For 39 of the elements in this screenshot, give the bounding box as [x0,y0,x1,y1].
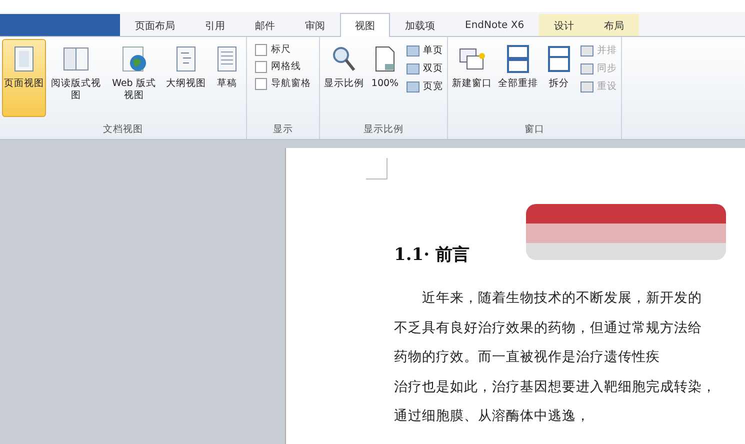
checkbox[interactable]: 导航窗格 [255,77,311,90]
group-label: 显示比例 [362,123,404,137]
large-ribbon-button[interactable]: 阅读版式视图 [48,39,104,117]
group-label: 显示 [272,123,294,137]
ribbon-tab[interactable]: 视图 [340,13,390,37]
section-heading: 1.1· 前言 [394,244,470,266]
ribbon-tab[interactable]: EndNote X6 [450,14,540,36]
ribbon-tab[interactable]: 布局 [589,14,640,36]
file-tab[interactable] [0,14,120,36]
ribbon-tab[interactable]: 邮件 [240,14,290,36]
group-label: 窗口 [524,123,546,137]
large-ribbon-button[interactable]: 大纲视图 [164,39,208,117]
large-ribbon-button[interactable]: 拆分 [542,39,576,117]
page-icon [406,62,420,74]
small-ribbon-button[interactable]: 双页 [404,61,445,76]
page-icon [406,44,420,56]
paragraph: 近年来，随着生物技术的不断发展，新开发的 不乏具有良好治疗效果的药物，但通过常规方法给 药物的疗效。而一直被视作是治疗遗传性疾 治疗也是如此，治疗基因想要进入靶细胞完成转染， 通过细胞膜、从溶酶体中逃逸， [394,289,717,426]
margin-corner-mark [366,158,388,180]
large-ribbon-button[interactable]: 页面视图 [2,39,46,117]
large-ribbon-button[interactable]: 显示比例 [322,39,366,117]
ribbon-tab[interactable]: 加载项 [390,14,450,36]
ribbon-tab[interactable]: 设计 [539,14,590,36]
ribbon-tab[interactable]: 引用 [190,14,240,36]
small-ribbon-button[interactable]: 单页 [404,43,445,58]
page-icon [580,80,594,92]
page-icon [580,44,594,56]
large-ribbon-button[interactable]: 全部重排 [496,39,540,117]
ribbon-tab[interactable]: 审阅 [290,14,340,36]
large-ribbon-button[interactable]: 新建窗口 [450,39,494,117]
large-ribbon-button[interactable]: 草稿 [210,39,244,117]
checkbox[interactable]: 标尺 [255,43,311,56]
small-ribbon-button[interactable]: 页宽 [404,79,445,94]
page-icon [406,80,420,92]
large-ribbon-button[interactable]: Web 版式视图 [106,39,162,117]
large-ribbon-button[interactable]: 100% [368,39,402,117]
checkbox[interactable]: 网格线 [255,60,311,73]
ribbon-tab[interactable]: 页面布局 [120,14,190,36]
group-label: 文档视图 [102,123,144,137]
page-icon [580,62,594,74]
